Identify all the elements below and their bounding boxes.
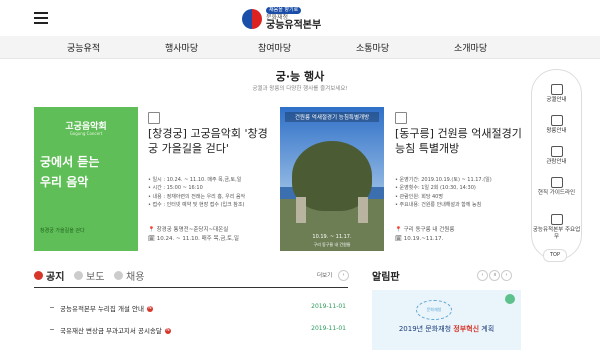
check-icon — [34, 271, 43, 280]
poster-title: 건원릉 억새절경기 능침특별개방 — [285, 112, 379, 122]
quick-menu: 궁궐안내 왕릉안내 관람안내 현직 가이드라인 궁능유적본부 주요업무 — [531, 69, 582, 260]
next-icon[interactable]: › — [501, 270, 512, 281]
card-logo: 문화재청 — [416, 300, 452, 320]
event1-detail-2: • 시간 : 15:00 ~ 16:10 — [148, 185, 203, 192]
check-icon — [74, 271, 83, 280]
event1-detail-4: • 접수 : 인터넷 예약 및 현장 접수 (입크 참조) — [148, 202, 245, 209]
event2-date: 10.19.~11.17. — [403, 236, 444, 242]
nav-item-heritage[interactable]: 궁능유적 — [67, 41, 100, 54]
site-header: 채움을 향기로 문화재청 궁능유적본부 — [0, 0, 600, 36]
menu-icon[interactable] — [34, 12, 48, 24]
badge-icon — [505, 294, 515, 304]
logo-main: 궁능유적본부 — [266, 20, 322, 31]
event1-detail-3: • 내용 : 정재아련의 전래는 우리 흥, 우리 음악 — [148, 193, 246, 200]
taegeuk-logo-icon — [242, 9, 262, 29]
board-card[interactable]: 문화재청 2019년 문화재청 정부혁신 계획 — [372, 290, 521, 350]
site-logo[interactable]: 채움을 향기로 문화재청 궁능유적본부 — [242, 6, 321, 32]
event1-place: 창경궁 통명전~춘당지~대온실 — [156, 227, 229, 233]
event1-date: 10.24. ~ 11.10. 매주 목,금,토,일 — [156, 236, 239, 242]
section-subtitle: 궁궐과 왕릉의 다양한 행사를 즐겨보세요! — [252, 86, 348, 92]
nav-item-participation[interactable]: 참여마당 — [258, 41, 291, 54]
notice-title: 국유재산 변상금 부과고지서 공시송달 — [60, 327, 162, 335]
section-title: 궁·능 행사 — [275, 70, 325, 83]
event2-detail-1: • 운영기간: 2019.10.19.(토) ~ 11.17.(일) — [395, 177, 492, 183]
notice-date: 2019-11-01 — [311, 325, 346, 332]
tab-press[interactable]: 보도 — [74, 268, 104, 283]
quick-visit[interactable]: 관람안내 — [532, 146, 581, 166]
event1-details: • 일시 : 10.24. ~ 11.10. 매주 목,금,토,일 • 시간 :… — [148, 176, 276, 210]
event1-place-block: 📍 창경궁 통명전~춘당지~대온실 🗓 10.24. ~ 11.10. 매주 목… — [148, 227, 239, 242]
tomb-icon — [550, 115, 563, 126]
notice-date: 2019-11-01 — [311, 303, 346, 310]
next-page-icon[interactable]: › — [338, 270, 349, 281]
nav-item-events[interactable]: 행사마당 — [165, 41, 198, 54]
new-badge-icon: N — [146, 306, 153, 312]
poster-line2: 우리 음악 — [40, 175, 89, 189]
board-title: 알림판 — [372, 272, 400, 283]
poster-bottom: 창경궁 가을길을 걷다 — [40, 228, 85, 234]
main-nav: 궁능유적 행사마당 참여마당 소통마당 소개마당 — [0, 36, 600, 59]
quick-guideline[interactable]: 현직 가이드라인 — [532, 177, 581, 197]
more-link[interactable]: 더보기 — [317, 271, 332, 279]
event1-detail-1: • 일시 : 10.24. ~ 11.10. 매주 목,금,토,일 — [148, 177, 242, 183]
quick-tomb[interactable]: 왕릉안내 — [532, 115, 581, 135]
event1-poster[interactable]: 고궁음악회 Gogung Concert 궁에서 듣는 우리 음악 창경궁 가을… — [34, 107, 138, 251]
quick-palace[interactable]: 궁궐안내 — [532, 84, 581, 104]
event2-place-block: 📍 구리 동구릉 내 건원릉 🗓 10.19.~11.17. — [395, 227, 455, 242]
event2-poster[interactable]: 건원릉 억새절경기 능침특별개방 10.19. ~ 11.17. 구리 동구릉 … — [280, 107, 384, 251]
ticket-icon — [550, 146, 563, 157]
event2-place: 구리 동구릉 내 건원릉 — [403, 227, 455, 233]
pause-icon[interactable]: ॥ — [489, 270, 500, 281]
stone-statue — [296, 197, 306, 223]
tab-notice[interactable]: 공지 — [34, 268, 64, 283]
event1-title[interactable]: [창경궁] 고궁음악회 '창경궁 가을길을 걷다' — [148, 126, 272, 156]
nav-item-introduction[interactable]: 소개마당 — [454, 41, 487, 54]
event2-title[interactable]: [동구릉] 건원릉 억새절경기 능침 특별개방 — [395, 126, 525, 156]
card-main: 2019년 문화재청 정부혁신 계획 — [398, 325, 495, 333]
nav-item-communication[interactable]: 소통마당 — [356, 41, 389, 54]
event2-detail-4: • 주요내용: 건원릉 안내해설과 함께 능침 — [395, 202, 482, 209]
event2-detail-3: • 관람인원: 회당 40명 — [395, 193, 443, 200]
palace-icon — [550, 84, 563, 95]
document-icon — [550, 177, 563, 188]
quick-main-work[interactable]: 궁능유적본부 주요업무 — [532, 214, 581, 240]
poster-line1: 궁에서 듣는 — [40, 155, 100, 169]
event2-detail-2: • 운영횟수: 1일 2회 (10:30, 14:30) — [395, 185, 476, 192]
notice-divider — [34, 287, 348, 288]
list-item[interactable]: 국유재산 변상금 부과고지서 공시송달 N 2019-11-01 — [34, 325, 348, 337]
event2-details: • 운영기간: 2019.10.19.(토) ~ 11.17.(일) • 운영횟… — [395, 176, 530, 210]
poster-place: 구리 동구릉 내 건원릉 — [313, 242, 351, 247]
notice-title: 궁능유적본부 누리집 개설 안내 — [60, 305, 144, 313]
new-badge-icon: N — [164, 328, 171, 334]
poster-date: 10.19. ~ 11.17. — [312, 234, 352, 240]
document-icon — [550, 214, 563, 225]
palace-icon — [148, 112, 160, 124]
list-item[interactable]: 궁능유적본부 누리집 개설 안내 N 2019-11-01 — [34, 303, 348, 315]
check-icon — [114, 271, 123, 280]
stone-statue — [358, 197, 368, 223]
logo-badge: 채움을 향기로 — [266, 7, 302, 14]
scroll-top-button[interactable]: TOP — [543, 249, 567, 262]
tab-recruit[interactable]: 채용 — [114, 268, 144, 283]
tomb-icon — [395, 112, 407, 124]
poster-eng: Gogung Concert — [69, 131, 103, 136]
prev-icon[interactable]: ‹ — [477, 270, 488, 281]
